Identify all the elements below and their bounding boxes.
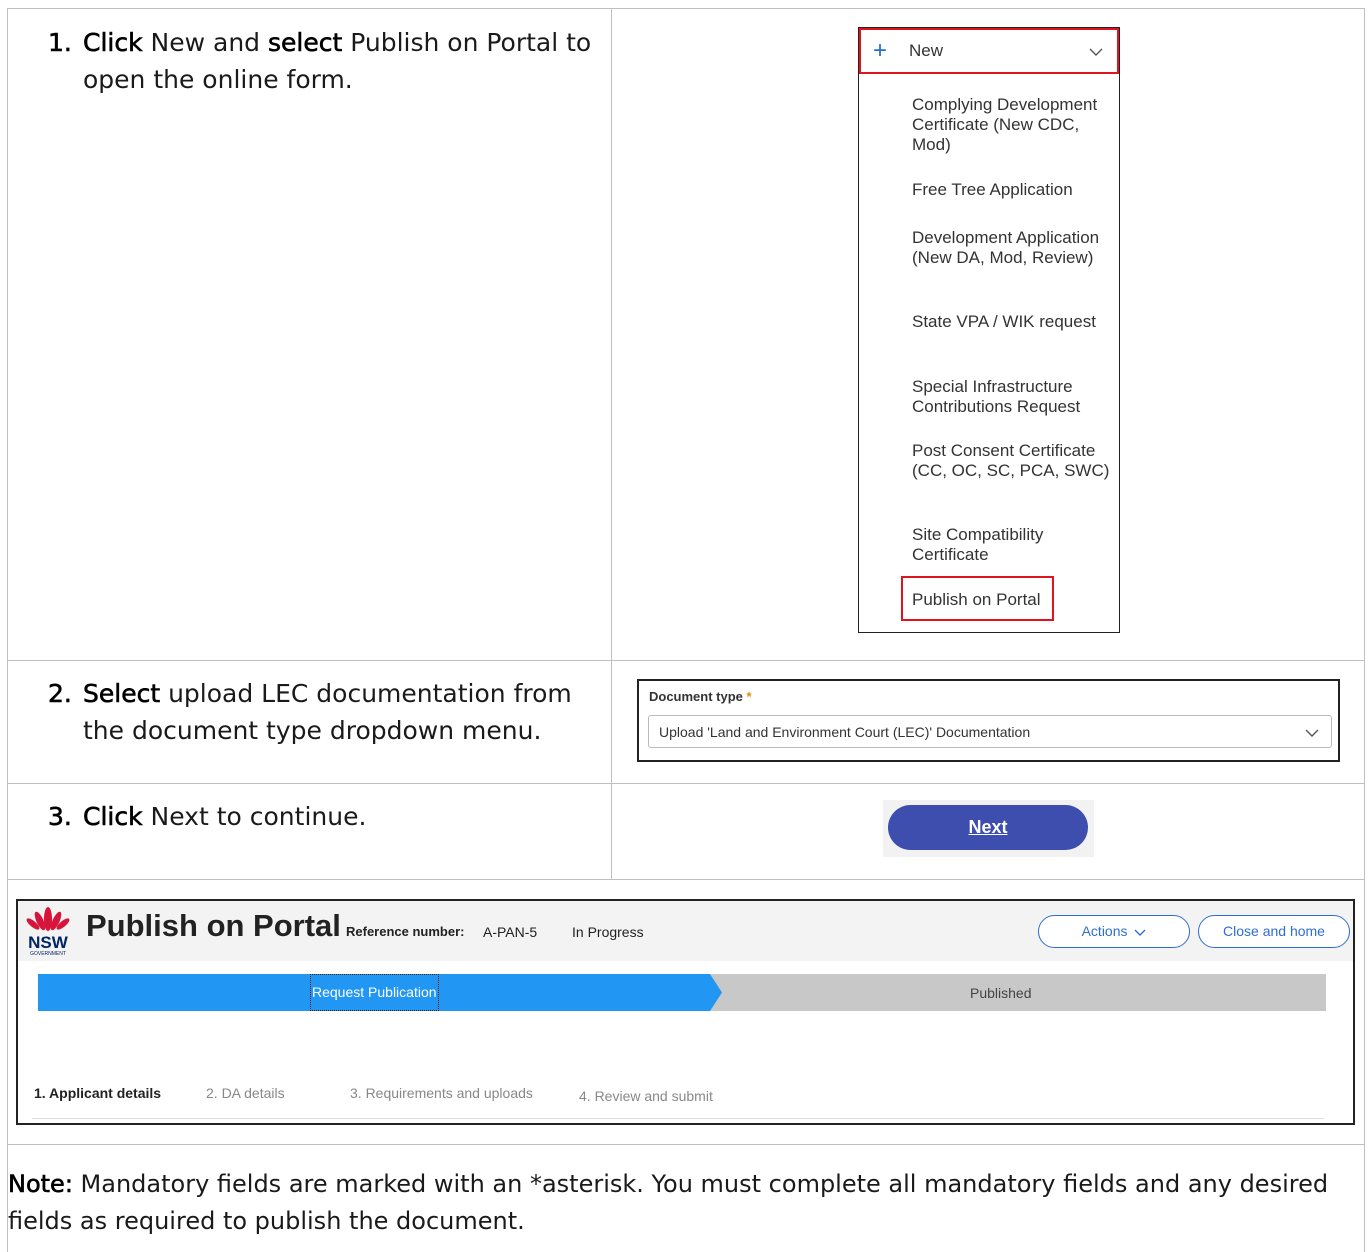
step-2-text: 2. Select upload LEC documentation from t…	[48, 675, 572, 749]
menu-item-state-vpa[interactable]: State VPA / WIK request	[912, 312, 1112, 332]
svg-text:GOVERNMENT: GOVERNMENT	[30, 951, 66, 957]
step-3-text: 3. Click Next to continue.	[48, 798, 367, 835]
step-number: 3.	[48, 802, 72, 832]
portal-screenshot: NSW GOVERNMENT Publish on Portal Referen…	[16, 899, 1355, 1125]
plus-icon: +	[873, 37, 888, 64]
actions-button[interactable]: Actions	[1038, 915, 1190, 948]
svg-text:NSW: NSW	[28, 933, 69, 952]
table-border-top	[7, 8, 1365, 9]
required-asterisk: *	[746, 689, 752, 704]
document-type-select[interactable]: Upload 'Land and Environment Court (LEC)…	[648, 715, 1332, 748]
step-1-text: 1. Click New and select Publish on Portal…	[48, 24, 592, 98]
mandatory-fields-note: Note: Mandatory fields are marked with a…	[8, 1166, 1364, 1240]
step-action: Click	[83, 28, 143, 58]
note-text: Mandatory fields are marked with an *ast…	[8, 1170, 1329, 1235]
step-text-part: upload LEC documentation from	[160, 679, 572, 708]
tab-da-details[interactable]: 2. DA details	[206, 1085, 285, 1101]
note-lead: Note:	[8, 1170, 74, 1199]
progress-stepper	[38, 974, 1326, 1011]
chevron-down-icon	[1305, 729, 1319, 737]
step-action: Click	[83, 802, 143, 832]
step-text-continuation: open the online form.	[83, 65, 353, 94]
step-action: select	[267, 28, 343, 58]
nsw-government-logo: NSW GOVERNMENT	[26, 907, 70, 957]
chevron-down-icon	[1089, 48, 1103, 56]
table-border-right	[1364, 8, 1365, 1252]
new-button-label: New	[909, 41, 944, 60]
step-action: Select	[83, 679, 161, 709]
column-divider	[611, 8, 612, 879]
row-divider	[7, 1144, 1365, 1145]
chevron-down-icon	[1134, 929, 1146, 936]
page-title: Publish on Portal	[86, 908, 341, 943]
menu-item-publish-on-portal[interactable]: Publish on Portal	[901, 576, 1054, 621]
tab-underline-rule	[32, 1118, 1324, 1119]
document-type-label: Document type *	[649, 689, 752, 704]
menu-item-cdc[interactable]: Complying Development Certificate (New C…	[912, 95, 1112, 155]
menu-item-free-tree[interactable]: Free Tree Application	[912, 180, 1112, 200]
publish-on-portal-label: Publish on Portal	[912, 590, 1041, 609]
document-type-selected-value: Upload 'Land and Environment Court (LEC)…	[659, 724, 1031, 740]
step-text-continuation: the document type dropdown menu.	[83, 716, 542, 745]
tab-review-submit[interactable]: 4. Review and submit	[579, 1088, 713, 1104]
progress-stage-request-publication[interactable]: Request Publication	[310, 974, 439, 1011]
step-number: 2.	[48, 679, 72, 709]
menu-item-post-consent[interactable]: Post Consent Certificate (CC, OC, SC, PC…	[912, 441, 1112, 481]
menu-item-special-infrastructure[interactable]: Special Infrastructure Contributions Req…	[912, 377, 1112, 417]
reference-number-label: Reference number:	[346, 924, 465, 939]
table-border-left	[7, 8, 8, 1252]
step-text-part: Next to continue.	[142, 802, 367, 831]
new-button[interactable]: + New	[859, 28, 1119, 74]
row-divider	[7, 660, 1365, 661]
reference-number-value: A-PAN-5	[483, 924, 538, 940]
tab-requirements-uploads[interactable]: 3. Requirements and uploads	[350, 1085, 533, 1101]
close-and-home-button[interactable]: Close and home	[1198, 915, 1350, 948]
row-divider	[7, 879, 1365, 880]
document-type-field: Document type * Upload 'Land and Environ…	[637, 679, 1340, 762]
progress-stage-published[interactable]: Published	[970, 985, 1032, 1001]
menu-item-development-application[interactable]: Development Application (New DA, Mod, Re…	[912, 228, 1112, 268]
status-text: In Progress	[572, 924, 644, 940]
portal-header: NSW GOVERNMENT Publish on Portal Referen…	[18, 901, 1353, 961]
step-text-part: New and	[142, 28, 268, 57]
new-dropdown-menu: + New Complying Development Certificate …	[858, 27, 1120, 633]
tab-applicant-details[interactable]: 1. Applicant details	[34, 1085, 161, 1101]
next-button[interactable]: Next	[888, 805, 1088, 850]
next-button-screenshot: Next	[883, 800, 1094, 857]
row-divider	[7, 783, 1365, 784]
step-number: 1.	[48, 28, 72, 58]
menu-item-site-compatibility[interactable]: Site Compatibility Certificate	[912, 525, 1112, 565]
step-text-part: Publish on Portal to	[342, 28, 592, 57]
